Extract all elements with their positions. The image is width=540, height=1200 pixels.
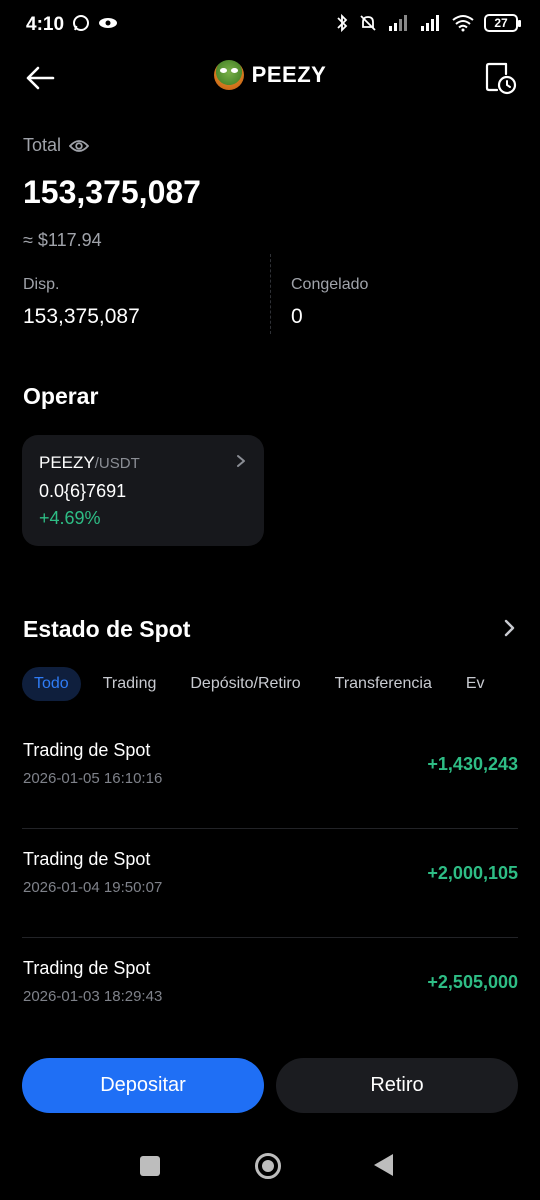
available-balance: 153,375,087 <box>23 305 140 328</box>
withdraw-button[interactable]: Retiro <box>276 1058 518 1113</box>
coin-title: PEEZY <box>0 60 540 90</box>
list-item[interactable]: Trading de Spot 2026-01-03 18:29:43 +2,5… <box>22 938 518 1047</box>
available-label: Disp. <box>23 276 60 293</box>
recents-button[interactable] <box>140 1156 160 1176</box>
wifi-icon <box>452 15 474 32</box>
chevron-right-icon[interactable] <box>504 619 516 637</box>
transaction-date: 2026-01-05 16:10:16 <box>23 770 163 787</box>
transaction-title: Trading de Spot <box>23 849 151 869</box>
signal-icon <box>389 15 407 31</box>
frozen-label: Congelado <box>291 276 369 293</box>
mute-bell-icon <box>360 15 376 31</box>
bluetooth-icon <box>337 13 348 33</box>
transaction-title: Trading de Spot <box>23 740 151 760</box>
coin-logo <box>213 60 244 90</box>
transaction-list: Trading de Spot 2026-01-05 16:10:16 +1,4… <box>22 720 518 1047</box>
transaction-amount: +2,505,000 <box>427 972 518 992</box>
status-bar: 4:10 27 <box>0 0 540 50</box>
list-item[interactable]: Trading de Spot 2026-01-05 16:10:16 +1,4… <box>22 720 518 829</box>
balance-divider <box>270 254 271 334</box>
total-label-row: Total <box>23 135 90 156</box>
tab-transferencia[interactable]: Transferencia <box>323 667 444 701</box>
trade-pair: PEEZY/USDT <box>39 453 140 473</box>
frozen-balance: 0 <box>291 305 303 328</box>
total-usd-value: ≈ $117.94 <box>23 230 102 250</box>
history-button[interactable] <box>484 60 518 96</box>
total-balance: 153,375,087 <box>23 174 201 210</box>
deposit-button[interactable]: Depositar <box>22 1058 264 1113</box>
system-back-button[interactable] <box>374 1154 393 1176</box>
spot-filter-tabs: Todo Trading Depósito/Retiro Transferencia E… <box>22 667 518 701</box>
eye-icon[interactable] <box>69 139 90 153</box>
coin-name: PEEZY <box>251 62 327 87</box>
transaction-date: 2026-01-04 19:50:07 <box>23 879 163 896</box>
document-clock-icon <box>485 62 517 95</box>
pair-change: +4.69% <box>39 508 101 528</box>
whatsapp-icon <box>73 15 89 31</box>
tab-deposito-retiro[interactable]: Depósito/Retiro <box>178 667 312 701</box>
status-left-icons <box>72 14 118 32</box>
battery-indicator: 27 <box>484 14 521 32</box>
transaction-date: 2026-01-03 18:29:43 <box>23 988 163 1005</box>
pair-price: 0.0{6}7691 <box>39 481 127 501</box>
trade-pair-card[interactable]: PEEZY/USDT 0.0{6}7691 +4.69% <box>22 435 264 546</box>
total-label: Total <box>23 135 62 155</box>
spot-status-title: Estado de Spot <box>23 616 191 642</box>
trade-section-title: Operar <box>23 383 99 409</box>
transaction-title: Trading de Spot <box>23 958 151 978</box>
system-nav-bar <box>0 1140 540 1200</box>
transaction-amount: +1,430,243 <box>427 754 518 774</box>
transaction-amount: +2,000,105 <box>427 863 518 883</box>
status-time: 4:10 <box>26 14 65 35</box>
eye-notification-icon <box>99 18 117 28</box>
status-right-icons: 27 <box>336 13 521 33</box>
tab-trading[interactable]: Trading <box>91 667 169 701</box>
tab-todo[interactable]: Todo <box>22 667 81 701</box>
tab-ev[interactable]: Ev <box>454 667 497 701</box>
pair-base: PEEZY <box>39 453 95 472</box>
chevron-right-icon <box>237 455 245 467</box>
list-item[interactable]: Trading de Spot 2026-01-04 19:50:07 +2,0… <box>22 829 518 938</box>
home-button[interactable] <box>255 1153 281 1179</box>
battery-level: 27 <box>494 16 508 30</box>
top-bar: PEEZY <box>0 50 540 106</box>
signal-icon-2 <box>421 15 439 31</box>
pair-quote: /USDT <box>94 455 140 472</box>
